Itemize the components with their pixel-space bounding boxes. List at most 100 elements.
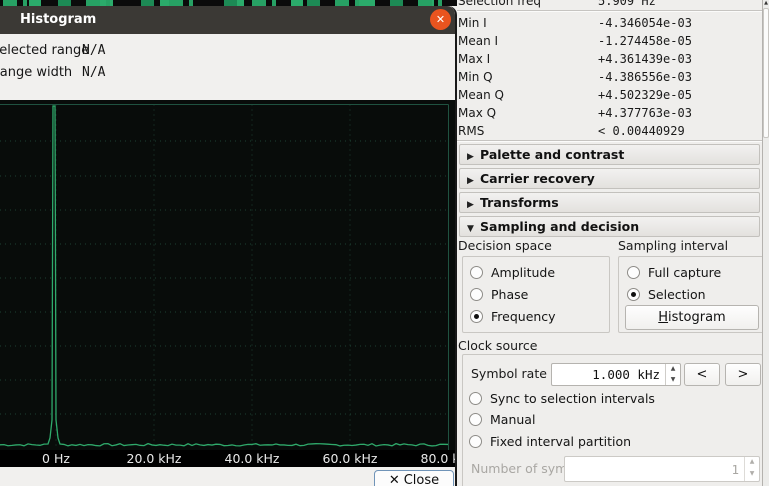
- spin-down-icon[interactable]: ▼: [666, 375, 680, 386]
- radio-label: Manual: [490, 412, 535, 427]
- sampling-interval-label: Sampling interval: [618, 238, 728, 253]
- stat-value: < 0.00440929: [598, 124, 685, 138]
- x-tick-label: 60.0 kHz: [322, 451, 377, 466]
- stat-row-rms: RMS < 0.00440929: [457, 122, 762, 140]
- separator: [457, 140, 762, 142]
- window-title: Histogram: [20, 12, 96, 27]
- panel-scrollbar[interactable]: ▲: [762, 0, 769, 486]
- radio-fixed-interval-partition[interactable]: Fixed interval partition: [469, 434, 631, 449]
- radio-phase[interactable]: Phase: [470, 287, 528, 302]
- stat-value: -4.386556e-03: [598, 70, 692, 84]
- scrollbar-handle[interactable]: [763, 8, 769, 138]
- section-label: Sampling and decision: [480, 219, 639, 234]
- section-label: Carrier recovery: [480, 171, 595, 186]
- radio-manual[interactable]: Manual: [469, 412, 535, 427]
- stat-row-min-i: Min I -4.346054e-03: [457, 14, 762, 32]
- radio-label: Frequency: [491, 309, 556, 324]
- clock-source-group: Symbol rate 1.000 kHz ▲▼ < > Sync to sel…: [462, 354, 762, 486]
- stat-label: Max Q: [458, 106, 496, 120]
- stat-row-selection-freq: Selection freq 5.909 Hz: [457, 0, 762, 10]
- histogram-plot[interactable]: [0, 100, 457, 450]
- radio-selection[interactable]: Selection: [627, 287, 706, 302]
- stat-row-max-q: Max Q +4.377763e-03: [457, 104, 762, 122]
- symbol-rate-next-button[interactable]: >: [725, 363, 761, 386]
- stat-value: +4.361439e-03: [598, 52, 692, 66]
- stat-label: RMS: [458, 124, 484, 138]
- dialog-footer: ✕ Close: [0, 467, 455, 486]
- symbol-rate-prev-button[interactable]: <: [684, 363, 720, 386]
- decision-space-label: Decision space: [458, 238, 552, 253]
- section-sampling-and-decision[interactable]: ▼Sampling and decision: [459, 216, 760, 237]
- window-close-icon[interactable]: ✕: [430, 9, 451, 30]
- radio-frequency[interactable]: Frequency: [470, 309, 556, 324]
- spinner-arrows: ▲▼: [744, 457, 759, 481]
- range-width-value: N/A: [82, 65, 105, 80]
- radio-amplitude[interactable]: Amplitude: [470, 265, 555, 280]
- section-label: Palette and contrast: [480, 147, 624, 162]
- symbol-rate-value: 1.000 kHz: [592, 367, 660, 382]
- collapsed-arrow-icon: ▶: [467, 196, 480, 215]
- stat-label: Min I: [458, 16, 487, 30]
- stat-value: +4.377763e-03: [598, 106, 692, 120]
- radio-circle-icon: [470, 288, 483, 301]
- decision-space-group: Amplitude Phase Frequency: [462, 256, 610, 333]
- x-tick-label: 0 Hz: [42, 451, 70, 466]
- radio-circle-icon: [469, 413, 482, 426]
- sampling-interval-group: Full capture Selection Histogram: [618, 256, 762, 333]
- radio-circle-icon: [470, 266, 483, 279]
- section-transforms[interactable]: ▶Transforms: [459, 192, 760, 213]
- x-tick-label: 80.0 kHz: [420, 451, 457, 466]
- stat-value: 5.909 Hz: [598, 0, 656, 8]
- section-label: Transforms: [480, 195, 559, 210]
- histogram-button[interactable]: Histogram: [625, 305, 759, 330]
- separator: [457, 10, 762, 12]
- button-label-rest: istogram: [668, 310, 726, 325]
- titlebar[interactable]: Histogram ✕: [0, 6, 455, 34]
- radio-label: Phase: [491, 287, 528, 302]
- spinner-arrows[interactable]: ▲▼: [665, 364, 680, 385]
- section-palette-and-contrast[interactable]: ▶Palette and contrast: [459, 144, 760, 165]
- radio-label: Amplitude: [491, 265, 555, 280]
- section-carrier-recovery[interactable]: ▶Carrier recovery: [459, 168, 760, 189]
- scrollbar-up-icon[interactable]: ▲: [763, 0, 769, 7]
- stat-row-mean-q: Mean Q +4.502329e-05: [457, 86, 762, 104]
- radio-circle-icon: [627, 288, 640, 301]
- selected-range-value: N/A: [82, 43, 105, 58]
- spin-down-icon: ▼: [745, 469, 759, 481]
- expanded-arrow-icon: ▼: [467, 220, 480, 239]
- range-width-row: Range width N/A: [0, 65, 455, 81]
- collapsed-arrow-icon: ▶: [467, 172, 480, 191]
- number-of-symbols-value: 1: [731, 462, 739, 477]
- radio-circle-icon: [469, 392, 482, 405]
- radio-label: Sync to selection intervals: [490, 391, 655, 406]
- stat-label: Max I: [458, 52, 490, 66]
- histogram-window: Histogram ✕ Selected range N/A Range wid…: [0, 6, 457, 486]
- radio-full-capture[interactable]: Full capture: [627, 265, 721, 280]
- button-mnemonic: H: [658, 310, 668, 325]
- radio-label: Full capture: [648, 265, 721, 280]
- radio-label: Fixed interval partition: [490, 434, 631, 449]
- collapsed-arrow-icon: ▶: [467, 148, 480, 167]
- selected-range-label: Selected range: [0, 43, 89, 58]
- symbol-rate-label: Symbol rate: [471, 366, 547, 381]
- histogram-plot-svg: [0, 100, 457, 450]
- close-button-label: Close: [404, 473, 439, 486]
- side-panel: Selection freq 5.909 Hz Min I -4.346054e…: [457, 0, 762, 486]
- selected-range-row: Selected range N/A: [0, 43, 455, 59]
- spectrogram-strip[interactable]: [0, 0, 457, 6]
- stat-value: +4.502329e-05: [598, 88, 692, 102]
- screen: Selection freq 5.909 Hz Min I -4.346054e…: [0, 0, 769, 486]
- number-of-symbols-spinbox: 1 ▲▼: [564, 456, 760, 482]
- spin-up-icon[interactable]: ▲: [666, 364, 680, 375]
- symbol-rate-spinbox[interactable]: 1.000 kHz ▲▼: [551, 363, 681, 386]
- stat-label: Mean Q: [458, 88, 504, 102]
- close-button[interactable]: ✕ Close: [374, 470, 454, 486]
- stat-row-min-q: Min Q -4.386556e-03: [457, 68, 762, 86]
- close-x-icon: ✕: [389, 473, 400, 486]
- radio-sync-to-selection-intervals[interactable]: Sync to selection intervals: [469, 391, 655, 406]
- stat-label: Min Q: [458, 70, 493, 84]
- stat-row-max-i: Max I +4.361439e-03: [457, 50, 762, 68]
- clock-source-label: Clock source: [458, 338, 537, 353]
- radio-circle-icon: [469, 435, 482, 448]
- spin-up-icon: ▲: [745, 457, 759, 469]
